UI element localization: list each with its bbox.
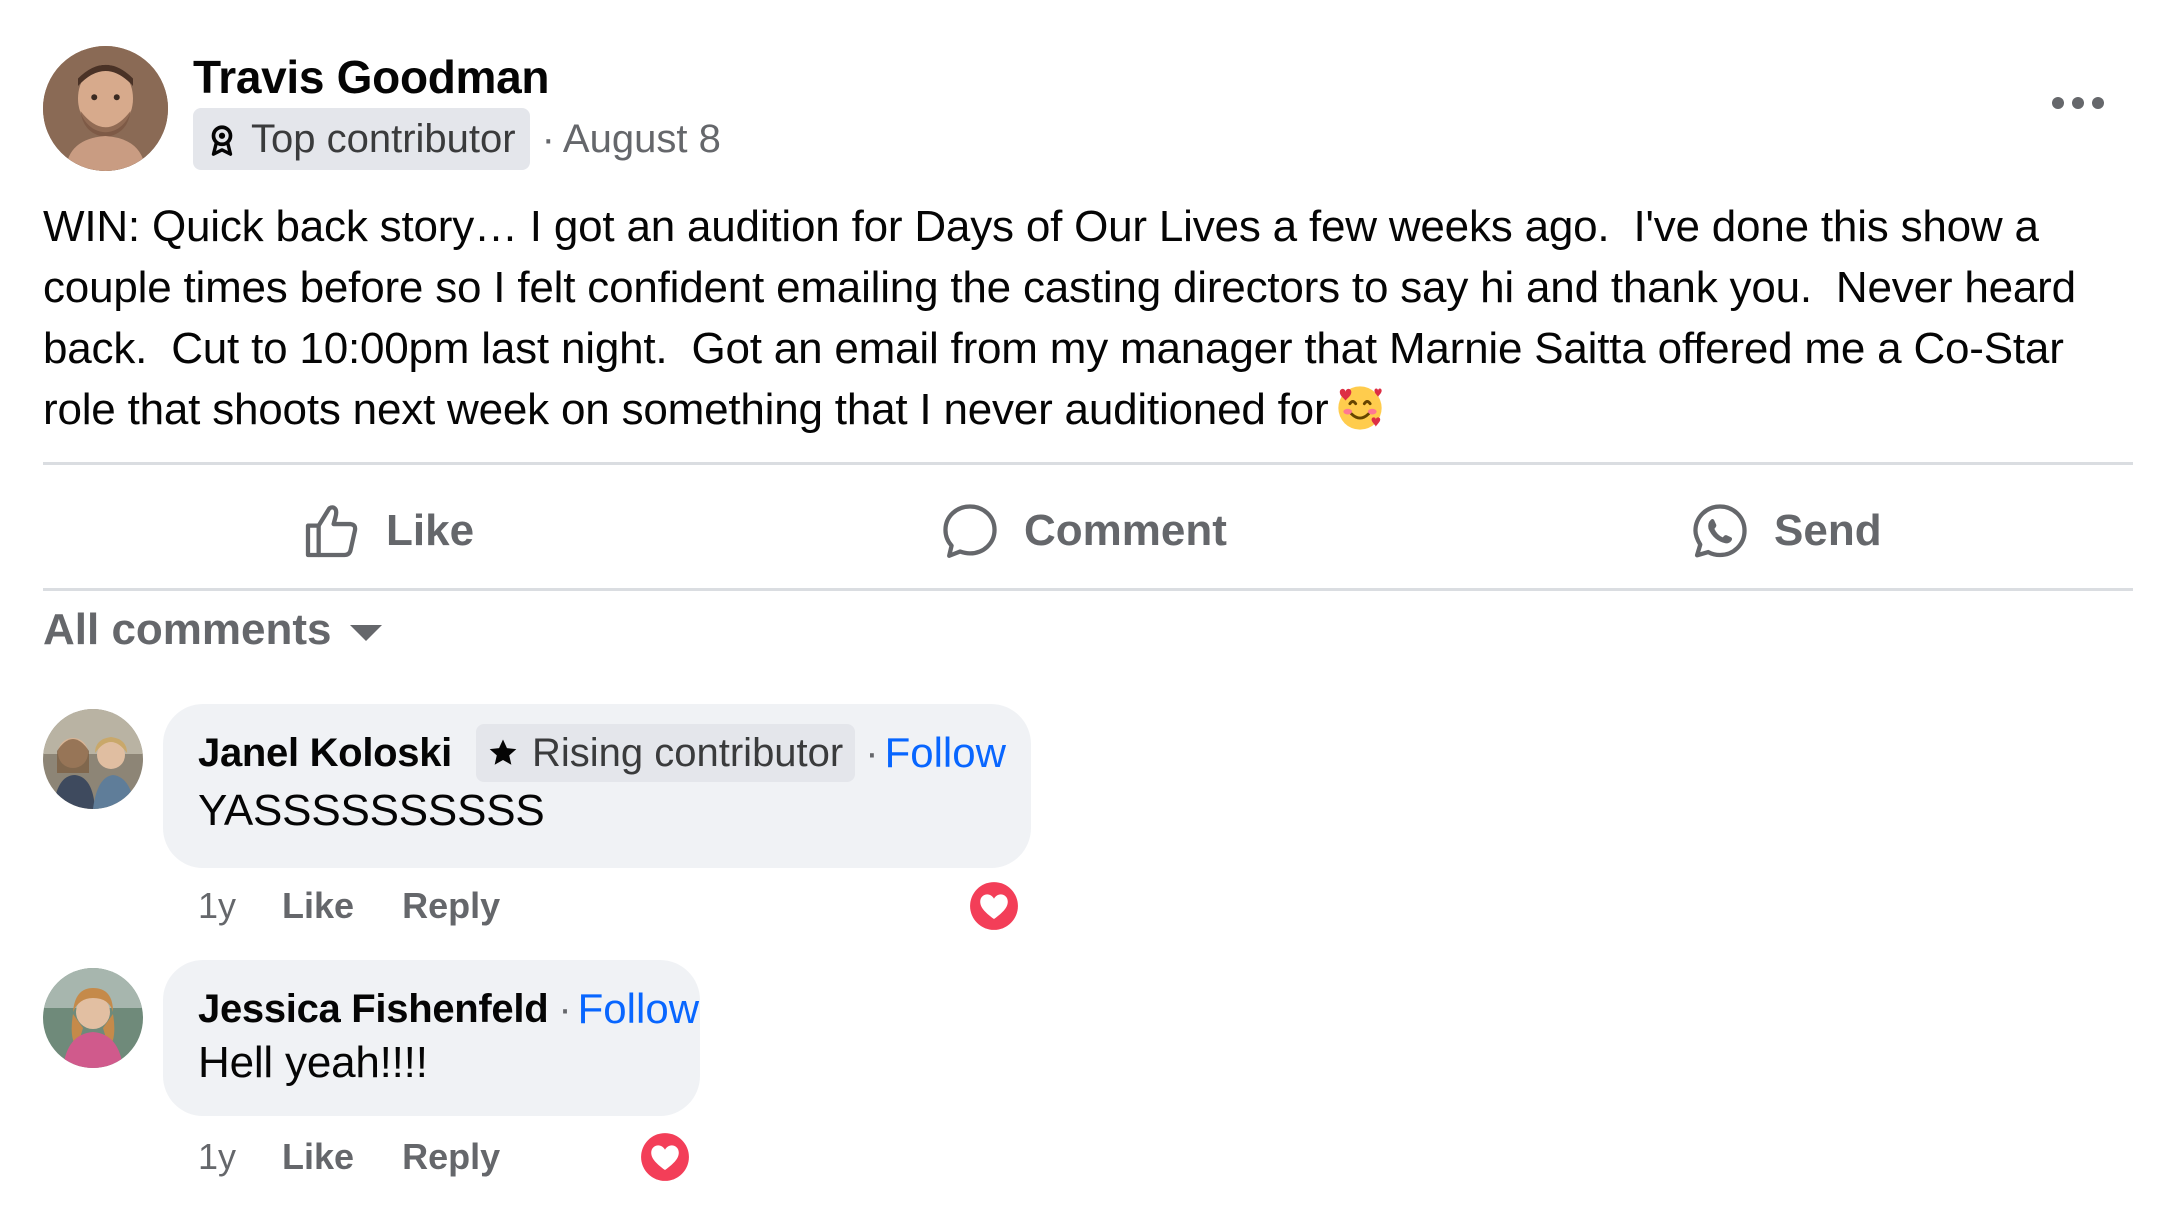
comment-bubble-icon xyxy=(943,504,997,558)
comments-filter-dropdown[interactable]: All comments xyxy=(43,605,382,655)
meta-separator: · xyxy=(865,730,879,775)
post-meta: Top contributor · August 8 xyxy=(193,108,721,170)
badge-label: Rising contributor xyxy=(531,730,844,775)
commenter-avatar[interactable] xyxy=(43,968,143,1068)
commenter-name[interactable]: Janel Koloski xyxy=(198,731,452,776)
meta-separator: · xyxy=(558,986,572,1031)
comment-text: Hell yeah!!!! xyxy=(198,1038,428,1087)
comment-timestamp[interactable]: 1y xyxy=(198,885,236,927)
comment-reply-button[interactable]: Reply xyxy=(402,885,500,927)
like-button[interactable]: Like xyxy=(300,490,474,572)
author-photo xyxy=(43,46,168,171)
heart-reaction-icon[interactable] xyxy=(965,877,1023,935)
meta-separator: · xyxy=(541,116,555,161)
comment-header: Jessica Fishenfeld · Follow xyxy=(198,978,699,1040)
comments-filter-label: All comments xyxy=(43,605,332,654)
more-options-icon[interactable] xyxy=(2048,78,2108,128)
commenter-avatar[interactable] xyxy=(43,709,143,809)
like-label: Like xyxy=(386,506,475,555)
send-label: Send xyxy=(1774,506,1882,555)
post-card: Travis Goodman Top contributor · August … xyxy=(0,0,2160,1226)
heart-reaction-icon[interactable] xyxy=(636,1128,694,1186)
comment-like-button[interactable]: Like xyxy=(282,1136,354,1178)
comment-timestamp[interactable]: 1y xyxy=(198,1136,236,1178)
comment-button[interactable]: Comment xyxy=(938,490,1227,572)
comment-header: Janel Koloski Rising contributor · Follo… xyxy=(198,722,1006,784)
commenter-name[interactable]: Jessica Fishenfeld xyxy=(198,987,549,1032)
commenter-photo xyxy=(43,968,143,1068)
smiling-face-with-hearts-emoji xyxy=(1334,382,1386,434)
divider-bottom xyxy=(43,588,2133,591)
rising-contributor-badge[interactable]: Rising contributor xyxy=(475,724,856,782)
comment-actions: 1y Like Reply xyxy=(198,885,500,927)
post-date[interactable]: August 8 xyxy=(563,117,721,162)
author-avatar[interactable] xyxy=(43,46,168,171)
post-body-text: WIN: Quick back story… I got an audition… xyxy=(43,202,2088,434)
whatsapp-icon xyxy=(1693,504,1747,558)
follow-link[interactable]: Follow xyxy=(885,729,1006,777)
top-contributor-badge[interactable]: Top contributor xyxy=(193,108,530,170)
award-icon xyxy=(205,122,239,156)
comment-like-button[interactable]: Like xyxy=(282,885,354,927)
caret-down-icon xyxy=(349,625,382,641)
comment-label: Comment xyxy=(1024,506,1227,555)
send-button[interactable]: Send xyxy=(1688,490,1882,572)
thumbs-up-icon xyxy=(305,505,358,558)
badge-label: Top contributor xyxy=(251,116,516,161)
author-name[interactable]: Travis Goodman xyxy=(193,50,550,104)
comment-actions: 1y Like Reply xyxy=(198,1136,500,1178)
follow-link[interactable]: Follow xyxy=(578,985,699,1033)
divider-top xyxy=(43,462,2133,465)
comment-reply-button[interactable]: Reply xyxy=(402,1136,500,1178)
star-icon xyxy=(489,739,517,765)
comment-text: YASSSSSSSSSS xyxy=(198,786,545,835)
post-text: WIN: Quick back story… I got an audition… xyxy=(43,196,2133,440)
commenter-photo xyxy=(43,709,143,809)
